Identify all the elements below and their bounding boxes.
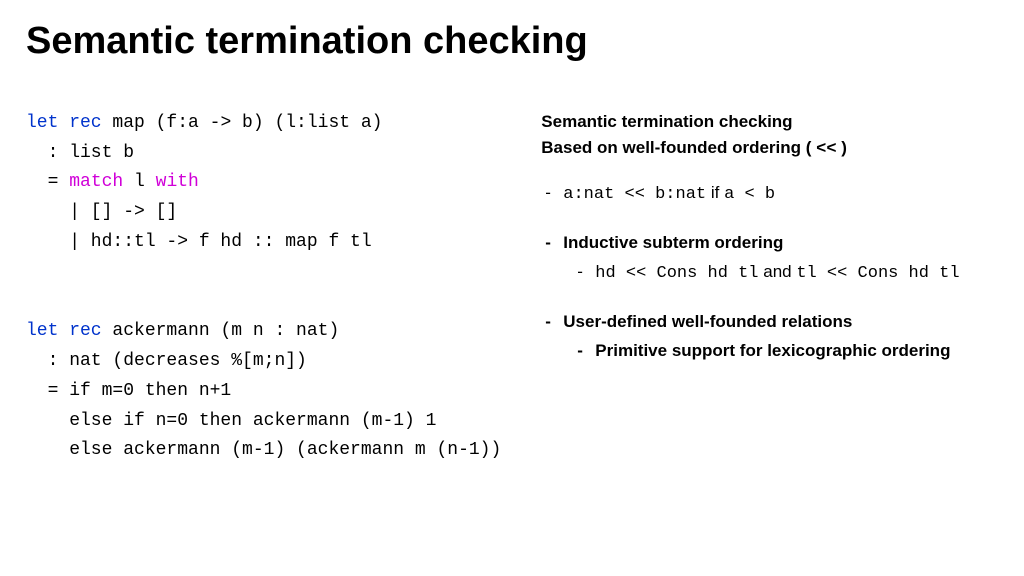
code-text: else ackermann (m-1) (ackermann m (n-1)) — [26, 440, 501, 460]
code-inline: a < b — [724, 185, 775, 204]
notes-text: ) — [837, 138, 847, 157]
notes-column: Semantic termination checking Based on w… — [541, 109, 998, 526]
code-text: else if n=0 then ackermann (m-1) 1 — [26, 411, 436, 431]
op-ll: << — [816, 140, 836, 159]
notes-text: Based on well-founded ordering ( — [541, 138, 816, 157]
code-inline: tl << Cons hd tl — [796, 264, 959, 283]
code-text: | [] -> [] — [26, 202, 177, 222]
notes-list: a:nat << b:nat if a < b — [541, 180, 998, 208]
code-text: | hd::tl -> f hd :: map f tl — [26, 232, 372, 252]
notes-heading: Based on well-founded ordering ( << ) — [541, 135, 998, 163]
content-columns: let rec map (f:a -> b) (l:list a) : list… — [26, 109, 998, 526]
code-text: : list b — [26, 143, 134, 163]
list-item: Primitive support for lexicographic orde… — [541, 338, 998, 364]
list-item: hd << Cons hd tl and tl << Cons hd tl — [541, 259, 998, 287]
kw-let-rec: let rec — [26, 321, 102, 341]
code-text: = if m=0 then n+1 — [26, 381, 231, 401]
notes-text: and — [759, 262, 797, 281]
page-title: Semantic termination checking — [26, 20, 998, 63]
notes-list: Inductive subterm ordering hd << Cons hd… — [541, 230, 998, 287]
list-item: a:nat << b:nat if a < b — [541, 180, 998, 208]
list-item: User-defined well-founded relations — [541, 309, 998, 335]
code-text: map (f:a -> b) (l:list a) — [102, 113, 383, 133]
kw-match: match — [69, 172, 123, 192]
code-text: : nat (decreases %[m;n]) — [26, 351, 307, 371]
kw-let-rec: let rec — [26, 113, 102, 133]
code-ackermann: let rec ackermann (m n : nat) : nat (dec… — [26, 317, 501, 465]
code-inline: a:nat << b:nat — [563, 185, 706, 204]
code-text: = — [26, 172, 69, 192]
notes-list: User-defined well-founded relations Prim… — [541, 309, 998, 364]
code-map: let rec map (f:a -> b) (l:list a) : list… — [26, 109, 501, 257]
code-inline: hd << Cons hd tl — [595, 264, 758, 283]
notes-heading: Semantic termination checking — [541, 109, 998, 135]
code-text: ackermann (m n : nat) — [102, 321, 340, 341]
code-text: l — [123, 172, 155, 192]
list-item: Inductive subterm ordering — [541, 230, 998, 256]
kw-with: with — [156, 172, 199, 192]
code-column: let rec map (f:a -> b) (l:list a) : list… — [26, 109, 501, 526]
notes-text: if — [706, 183, 724, 202]
